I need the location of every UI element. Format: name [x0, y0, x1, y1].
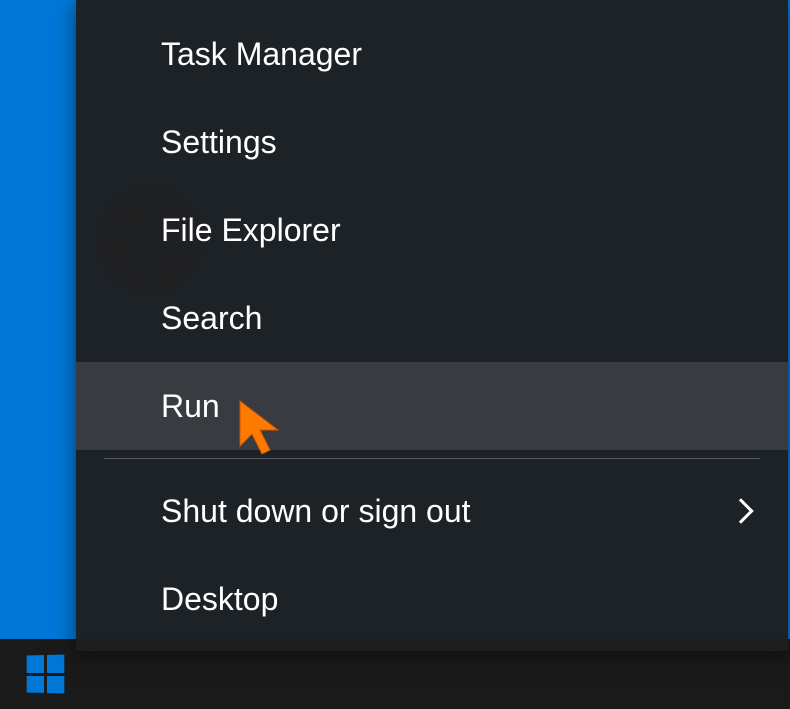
menu-item-task-manager[interactable]: Task Manager: [76, 10, 788, 98]
menu-item-label: Search: [161, 300, 262, 337]
menu-item-desktop[interactable]: Desktop: [76, 555, 788, 643]
winx-context-menu: Task Manager Settings File Explorer Sear…: [76, 0, 788, 651]
menu-item-label: Task Manager: [161, 36, 362, 73]
menu-item-file-explorer[interactable]: File Explorer: [76, 186, 788, 274]
menu-separator: [104, 458, 760, 459]
chevron-right-icon: [728, 498, 753, 523]
menu-item-shut-down[interactable]: Shut down or sign out: [76, 467, 788, 555]
menu-item-label: Shut down or sign out: [161, 493, 471, 530]
menu-item-settings[interactable]: Settings: [76, 98, 788, 186]
menu-item-label: Desktop: [161, 581, 278, 618]
menu-item-label: Run: [161, 388, 220, 425]
menu-item-run[interactable]: Run: [76, 362, 788, 450]
menu-item-label: Settings: [161, 124, 277, 161]
menu-item-search[interactable]: Search: [76, 274, 788, 362]
windows-logo-icon: [27, 654, 65, 693]
menu-item-label: File Explorer: [161, 212, 341, 249]
